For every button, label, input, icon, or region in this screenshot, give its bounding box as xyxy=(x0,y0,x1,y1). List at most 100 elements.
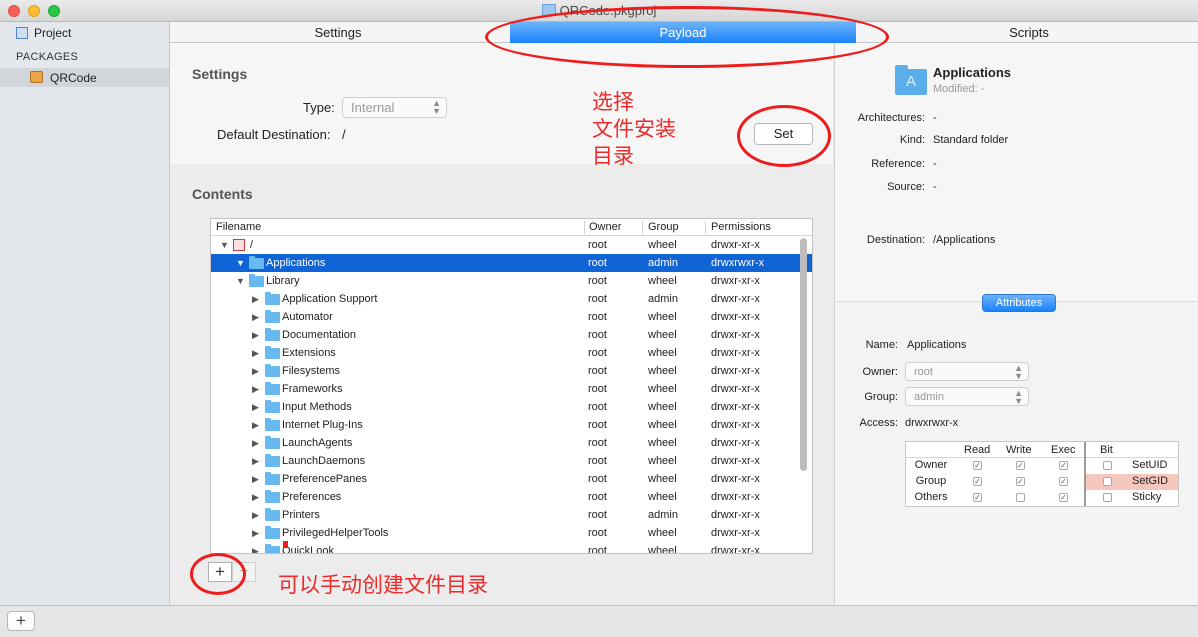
table-row[interactable]: ▶ Preferences root wheel drwxr-xr-x xyxy=(211,488,812,506)
disclosure-expanded-icon[interactable]: ▼ xyxy=(220,240,229,250)
filename-cell: Application Support xyxy=(282,293,378,305)
group-cell: wheel xyxy=(648,473,677,485)
disclosure-collapsed-icon[interactable]: ▶ xyxy=(252,384,259,395)
read-checkbox[interactable]: ✓ xyxy=(973,493,982,502)
table-row[interactable]: ▶ PrivilegedHelperTools root wheel drwxr-xr-… xyxy=(211,524,812,542)
file-table[interactable]: Filename Owner Group Permissions ▼ / root w… xyxy=(210,218,813,554)
disclosure-collapsed-icon[interactable]: ▶ xyxy=(252,420,259,431)
table-row[interactable]: ▶ Automator root wheel drwxr-xr-x xyxy=(211,308,812,326)
disclosure-expanded-icon[interactable]: ▼ xyxy=(236,258,245,268)
group-cell: wheel xyxy=(648,455,677,467)
bit-checkbox[interactable] xyxy=(1103,461,1112,470)
tab-settings[interactable]: Settings xyxy=(170,22,506,43)
folder-icon xyxy=(265,346,280,359)
filename-cell: Input Methods xyxy=(282,401,352,413)
folder-icon xyxy=(265,526,280,539)
bit-label: SetUID xyxy=(1132,459,1168,471)
disclosure-collapsed-icon[interactable]: ▶ xyxy=(252,546,259,553)
disclosure-collapsed-icon[interactable]: ▶ xyxy=(252,330,259,341)
add-package-button[interactable]: + xyxy=(7,611,35,631)
table-row[interactable]: ▶ QuickLook root wheel drwxr-xr-x xyxy=(211,542,812,553)
table-row[interactable]: ▶ Internet Plug-Ins root wheel drwxr-xr-x xyxy=(211,416,812,434)
disclosure-expanded-icon[interactable]: ▼ xyxy=(236,276,245,286)
type-label: Type: xyxy=(303,100,335,115)
owner-select[interactable]: root ▲ ▼ xyxy=(905,362,1029,381)
tab-scripts[interactable]: Scripts xyxy=(860,22,1198,43)
table-row[interactable]: ▶ LaunchDaemons root wheel drwxr-xr-x xyxy=(211,452,812,470)
column-permissions[interactable]: Permissions xyxy=(711,221,771,233)
destination-label: Destination: xyxy=(866,234,925,246)
disclosure-collapsed-icon[interactable]: ▶ xyxy=(252,474,259,485)
bottom-bar: + xyxy=(0,605,1198,637)
table-row[interactable]: ▶ Extensions root wheel drwxr-xr-x xyxy=(211,344,812,362)
sidebar-section-packages: PACKAGES xyxy=(16,51,79,63)
disclosure-collapsed-icon[interactable]: ▶ xyxy=(252,438,259,449)
group-cell: wheel xyxy=(648,275,677,287)
table-row[interactable]: ▶ Input Methods root wheel drwxr-xr-x xyxy=(211,398,812,416)
group-cell: wheel xyxy=(648,347,677,359)
table-row[interactable]: ▼ / root wheel drwxr-xr-x xyxy=(211,236,812,254)
kind-value: Standard folder xyxy=(933,134,1009,146)
annotation-circle-payload xyxy=(485,6,889,68)
sidebar-item-qrcode[interactable]: QRCode xyxy=(0,68,169,87)
filename-cell: Library xyxy=(266,275,300,287)
table-row[interactable]: ▼ Library root wheel drwxr-xr-x xyxy=(211,272,812,290)
default-destination-value: / xyxy=(342,127,346,142)
filename-cell: PrivilegedHelperTools xyxy=(282,527,389,539)
bit-label: Sticky xyxy=(1132,491,1162,503)
disclosure-collapsed-icon[interactable]: ▶ xyxy=(252,510,259,521)
folder-icon xyxy=(265,544,280,553)
exec-checkbox[interactable]: ✓ xyxy=(1059,461,1068,470)
read-checkbox[interactable]: ✓ xyxy=(973,461,982,470)
attr-name-label: Name: xyxy=(865,339,898,351)
disclosure-collapsed-icon[interactable]: ▶ xyxy=(252,366,259,377)
table-row[interactable]: ▶ PreferencePanes root wheel drwxr-xr-x xyxy=(211,470,812,488)
column-filename[interactable]: Filename xyxy=(216,221,261,233)
attributes-button[interactable]: Attributes xyxy=(982,294,1056,312)
write-checkbox[interactable]: ✓ xyxy=(1016,461,1025,470)
table-row[interactable]: ▶ Filesystems root wheel drwxr-xr-x xyxy=(211,362,812,380)
permissions-cell: drwxr-xr-x xyxy=(711,437,760,449)
table-row[interactable]: ▶ Documentation root wheel drwxr-xr-x xyxy=(211,326,812,344)
type-select[interactable]: Internal ▲ ▼ xyxy=(342,97,447,118)
table-row[interactable]: ▼ Applications root admin drwxrwxr-x xyxy=(211,254,812,272)
owner-cell: root xyxy=(588,347,607,359)
write-checkbox[interactable] xyxy=(1016,493,1025,502)
disclosure-collapsed-icon[interactable]: ▶ xyxy=(252,492,259,503)
column-group[interactable]: Group xyxy=(648,221,679,233)
table-row[interactable]: ▶ Application Support root admin drwxr-xr-x xyxy=(211,290,812,308)
owner-cell: root xyxy=(588,527,607,539)
folder-icon xyxy=(265,328,280,341)
exec-checkbox[interactable]: ✓ xyxy=(1059,493,1068,502)
disclosure-collapsed-icon[interactable]: ▶ xyxy=(252,348,259,359)
group-select[interactable]: admin ▲ ▼ xyxy=(905,387,1029,406)
permissions-cell: drwxr-xr-x xyxy=(711,509,760,521)
default-destination-label: Default Destination: xyxy=(217,127,331,142)
folder-icon xyxy=(265,508,280,521)
table-row[interactable]: ▶ Frameworks root wheel drwxr-xr-x xyxy=(211,380,812,398)
disclosure-collapsed-icon[interactable]: ▶ xyxy=(252,456,259,467)
updown-arrows-icon: ▲ ▼ xyxy=(1014,363,1023,381)
permissions-cell: drwxr-xr-x xyxy=(711,347,760,359)
group-select-value: admin xyxy=(914,391,944,403)
sidebar: Project PACKAGES QRCode xyxy=(0,22,170,605)
table-row[interactable]: ▶ Printers root admin drwxr-xr-x xyxy=(211,506,812,524)
permissions-cell: drwxrwxr-x xyxy=(711,257,765,269)
bit-checkbox[interactable] xyxy=(1103,477,1112,486)
column-owner[interactable]: Owner xyxy=(589,221,621,233)
sidebar-item-project[interactable]: Project xyxy=(16,26,71,40)
vertical-scrollbar[interactable] xyxy=(800,238,807,471)
disclosure-collapsed-icon[interactable]: ▶ xyxy=(252,402,259,413)
table-row[interactable]: ▶ LaunchAgents root wheel drwxr-xr-x xyxy=(211,434,812,452)
read-checkbox[interactable]: ✓ xyxy=(973,477,982,486)
disclosure-collapsed-icon[interactable]: ▶ xyxy=(252,294,259,305)
disclosure-collapsed-icon[interactable]: ▶ xyxy=(252,528,259,539)
disclosure-collapsed-icon[interactable]: ▶ xyxy=(252,312,259,323)
bit-checkbox[interactable] xyxy=(1103,493,1112,502)
permissions-cell: drwxr-xr-x xyxy=(711,365,760,377)
owner-cell: root xyxy=(588,383,607,395)
folder-icon xyxy=(265,382,280,395)
write-checkbox[interactable]: ✓ xyxy=(1016,477,1025,486)
exec-checkbox[interactable]: ✓ xyxy=(1059,477,1068,486)
source-value: - xyxy=(933,181,937,193)
